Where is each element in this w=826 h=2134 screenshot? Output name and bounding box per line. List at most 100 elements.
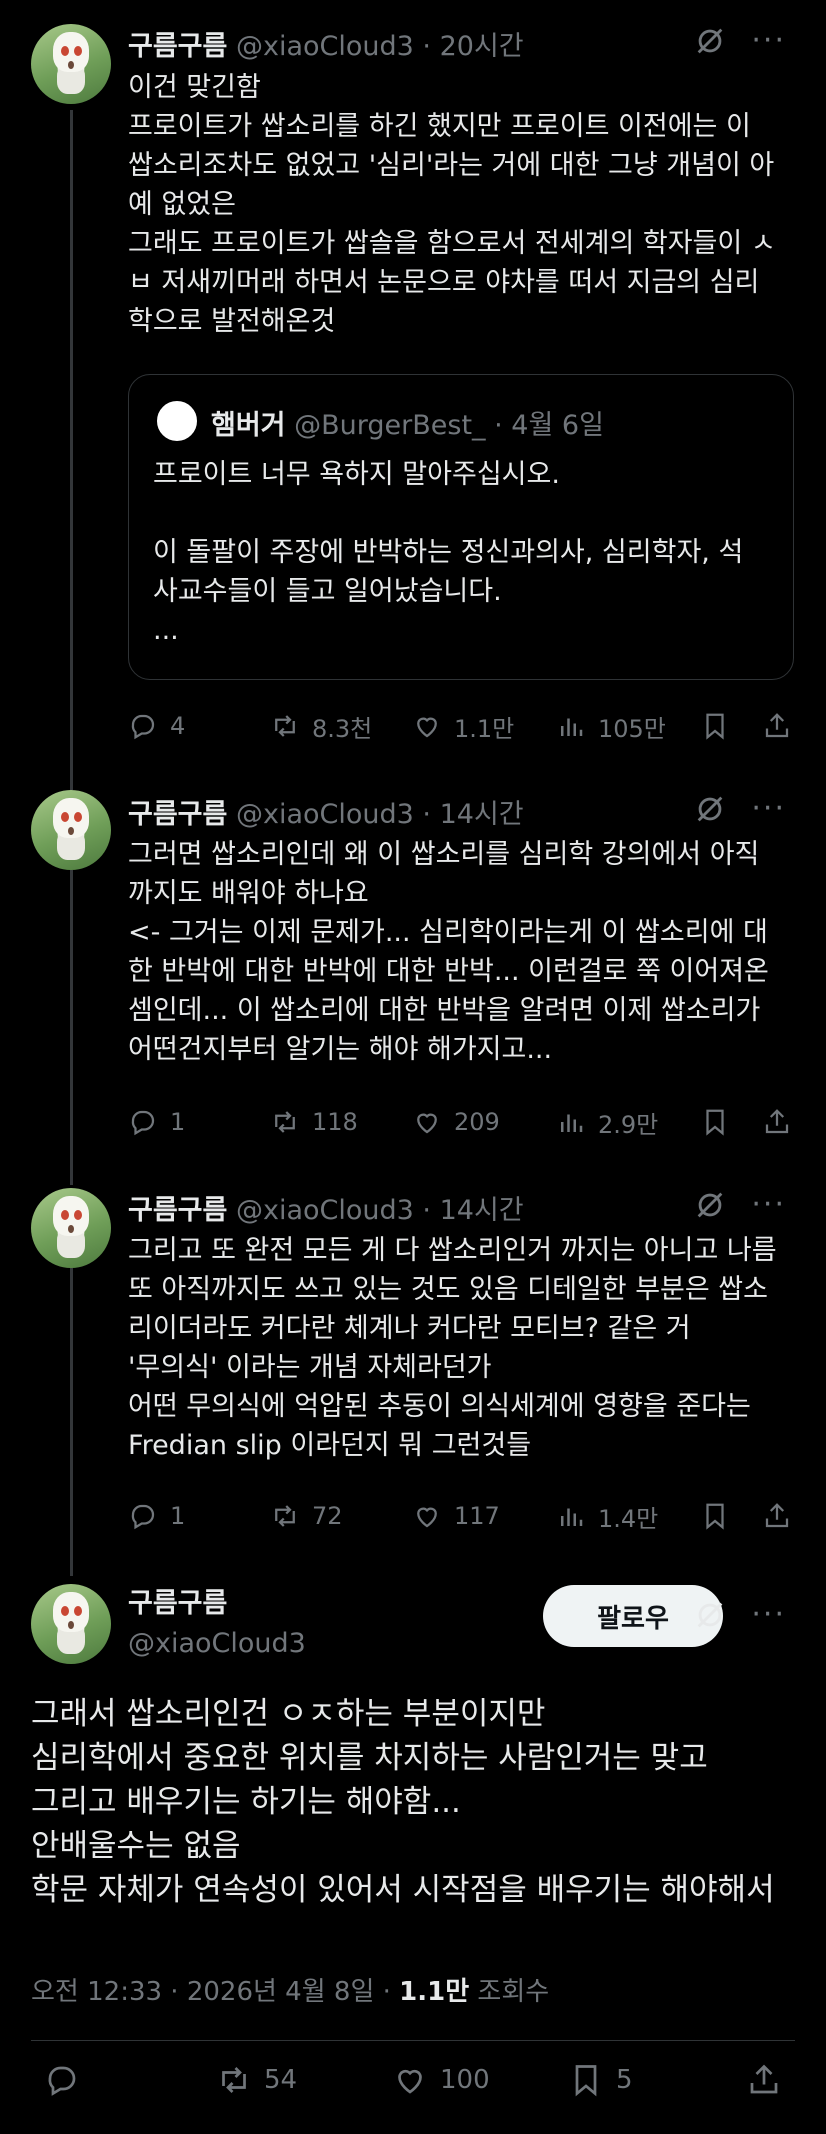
share-icon (750, 2064, 778, 2094)
text-line: 그리고 또 완전 모든 게 다 쌉소리인거 까지는 아니고 나름 (128, 1235, 777, 1266)
more-icon[interactable]: ··· (751, 794, 786, 824)
timestamp[interactable]: · 20시간 (422, 31, 523, 62)
handle[interactable]: @xiaoCloud3 (236, 31, 414, 62)
post-time[interactable]: 오전 12:33 · 2026년 4월 8일 · (31, 1977, 399, 2007)
share-button[interactable] (746, 2060, 782, 2100)
view-label: 조회수 (469, 1977, 550, 2007)
tweet-text: 그러면 쌉소리인데 왜 이 쌉소리를 심리학 강의에서 아직 까지도 배워야 하… (128, 835, 798, 1069)
text-line: 이 돌팔이 주장에 반박하는 정신과의사, 심리학자, 석 (153, 537, 744, 568)
text-line: 쌉소리조차도 없었고 '심리'라는 거에 대한 그냥 개념이 아 (128, 150, 775, 181)
views-icon (561, 718, 583, 736)
tweet[interactable]: 구름구름 @xiaoCloud3 · 14시간 ··· 그러면 쌉소리인데 왜 … (0, 780, 826, 1176)
share-button[interactable] (762, 1102, 792, 1142)
avatar[interactable] (31, 24, 111, 104)
avatar[interactable] (31, 790, 111, 870)
like-count: 1.1만 (454, 714, 515, 743)
text-line: 프로이트 너무 욕하지 말아주십시오. (153, 459, 560, 490)
text-line: 그리고 배우기는 하기는 해야함... (31, 1784, 461, 1820)
text-line: Fredian slip 이라던지 뭐 그런것들 (128, 1430, 532, 1461)
reply-button[interactable]: 4 (128, 706, 185, 746)
bookmark-button[interactable] (700, 1102, 730, 1142)
quote-header: 햄버거 @BurgerBest_ · 4월 6일 (211, 403, 604, 442)
text-line: 심리학에서 중요한 위치를 차지하는 사람인거는 맞고 (31, 1740, 708, 1776)
text-line: 셈인데... 이 쌉소리에 대한 반박을 알려면 이제 쌉소리가 (128, 995, 761, 1026)
share-button[interactable] (762, 706, 792, 746)
reply-button[interactable]: 1 (128, 1102, 185, 1142)
bookmark-button[interactable] (700, 1496, 730, 1536)
grok-icon[interactable] (693, 1598, 727, 1632)
reply-icon (131, 1504, 155, 1530)
share-button[interactable] (762, 1496, 792, 1536)
repost-button[interactable]: 54 (216, 2060, 297, 2100)
text-line: ㅂ 저새끼머래 하면서 논문으로 야차를 떠서 지금의 심리 (128, 267, 760, 298)
text-line: 또 아직까지도 쓰고 있는 것도 있음 디테일한 부분은 쌉소 (128, 1274, 768, 1305)
repost-button[interactable]: 8.3천 (270, 706, 372, 746)
heart-icon (398, 2069, 422, 2094)
handle[interactable]: @xiaoCloud3 (236, 1195, 414, 1226)
heart-icon (417, 1507, 437, 1528)
more-icon[interactable]: ··· (751, 26, 786, 56)
tweet[interactable]: 구름구름 @xiaoCloud3 · 20시간 ··· 이건 맞긴함 프로이트가… (0, 0, 826, 780)
text-line: 안배울수는 없음 (31, 1828, 241, 1864)
bookmark-button[interactable]: 5 (568, 2060, 633, 2100)
grok-icon[interactable] (693, 792, 727, 826)
handle[interactable]: @xiaoCloud3 (236, 799, 414, 830)
like-button[interactable]: 209 (412, 1102, 500, 1142)
timestamp[interactable]: · 14시간 (422, 1195, 523, 1226)
display-name[interactable]: 구름구름 (128, 31, 227, 62)
repost-button[interactable]: 118 (270, 1102, 358, 1142)
tweet-actions: 4 8.3천 1.1만 105만 (128, 706, 798, 746)
main-display-name[interactable]: 구름구름 (128, 1584, 306, 1624)
display-name[interactable]: 구름구름 (128, 799, 227, 830)
tweet-header: 구름구름 @xiaoCloud3 · 14시간 (128, 1188, 524, 1227)
like-button[interactable]: 117 (412, 1496, 500, 1536)
views-button[interactable]: 105만 (556, 706, 666, 746)
text-line: 어떤건지부터 알기는 해야 해가지고... (128, 1034, 553, 1065)
text-line: 이건 맞긴함 (128, 72, 261, 103)
text-line: 예 없었은 (128, 189, 236, 220)
text-line: '무의식' 이라는 개념 자체라던가 (128, 1352, 492, 1383)
repost-count: 8.3천 (312, 714, 373, 743)
like-count: 100 (440, 2065, 490, 2095)
view-count: 1.1만 (399, 1977, 470, 2007)
reply-button[interactable]: 1 (128, 1496, 185, 1536)
quoted-tweet[interactable]: 햄버거 @BurgerBest_ · 4월 6일 프로이트 너무 욕하지 말아주… (128, 374, 794, 680)
repost-count: 72 (312, 1502, 343, 1530)
display-name[interactable]: 구름구름 (128, 1195, 227, 1226)
reply-button[interactable] (44, 2060, 80, 2100)
bookmark-icon (706, 713, 724, 740)
text-line: 프로이트가 쌉소리를 하긴 했지만 프로이트 이전에는 이 (128, 111, 751, 142)
divider (31, 2040, 795, 2041)
tweet[interactable]: 구름구름 @xiaoCloud3 · 14시간 ··· 그리고 또 완전 모든 … (0, 1176, 826, 1572)
bookmark-icon (706, 1503, 724, 1530)
repost-icon (222, 2067, 246, 2093)
repost-button[interactable]: 72 (270, 1496, 343, 1536)
like-count: 209 (454, 1108, 500, 1136)
bookmark-icon (706, 1109, 724, 1136)
like-button[interactable]: 1.1만 (412, 706, 514, 746)
avatar[interactable] (31, 1188, 111, 1268)
main-tweet-text: 그래서 쌉소리인건 ㅇㅈ하는 부분이지만 심리학에서 중요한 위치를 차지하는 … (31, 1692, 801, 1912)
quote-text: 프로이트 너무 욕하지 말아주십시오. 이 돌팔이 주장에 반박하는 정신과의사… (153, 455, 773, 650)
grok-icon[interactable] (693, 1188, 727, 1222)
more-icon[interactable]: ··· (751, 1600, 786, 1630)
share-icon (765, 1109, 789, 1134)
share-icon (765, 1503, 789, 1528)
quote-avatar (155, 399, 199, 443)
text-line: 학문 자체가 연속성이 있어서 시작점을 배우기는 해야해서 (31, 1872, 775, 1908)
text-line: 사교수들이 들고 일어났습니다. (153, 576, 502, 607)
reply-icon (48, 2066, 76, 2096)
timestamp[interactable]: · 14시간 (422, 799, 523, 830)
heart-icon (417, 717, 437, 738)
tweet-text: 그리고 또 완전 모든 게 다 쌉소리인거 까지는 아니고 나름 또 아직까지도… (128, 1231, 798, 1465)
views-button[interactable]: 1.4만 (556, 1496, 658, 1536)
views-button[interactable]: 2.9만 (556, 1102, 658, 1142)
grok-icon[interactable] (693, 24, 727, 58)
text-line: 그래서 쌉소리인건 ㅇㅈ하는 부분이지만 (31, 1696, 546, 1732)
repost-count: 118 (312, 1108, 358, 1136)
more-icon[interactable]: ··· (751, 1190, 786, 1220)
main-handle[interactable]: @xiaoCloud3 (128, 1624, 306, 1664)
main-avatar[interactable] (31, 1584, 111, 1664)
like-button[interactable]: 100 (392, 2060, 490, 2100)
bookmark-button[interactable] (700, 706, 730, 746)
